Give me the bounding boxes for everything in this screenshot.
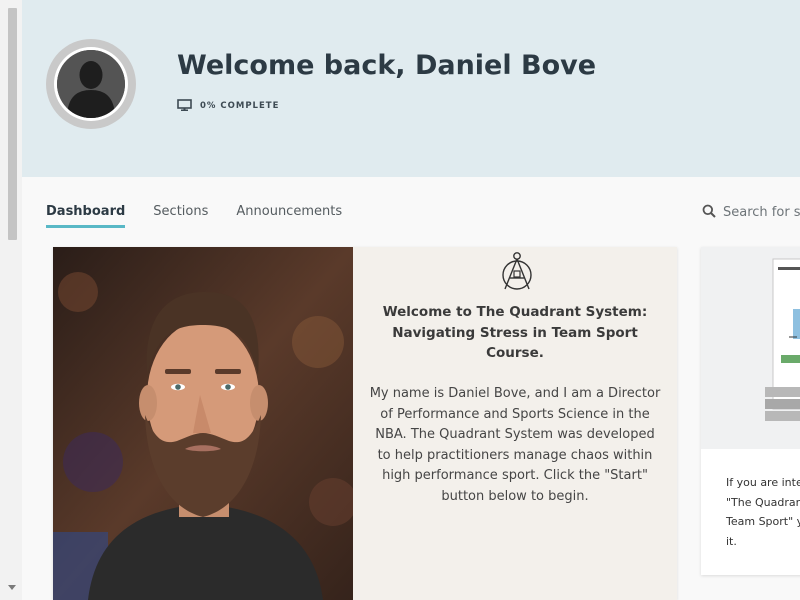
course-welcome-title: Welcome to The Quadrant System: Navigati… [382,304,648,361]
welcome-card-text: Welcome to The Quadrant System: Navigati… [353,247,677,600]
page-scrollbar[interactable] [0,0,23,600]
avatar-frame [54,47,128,121]
scroll-down-arrow-icon[interactable] [8,585,16,590]
welcome-card: Welcome to The Quadrant System: Navigati… [53,247,677,600]
search-icon[interactable] [702,203,716,222]
search-box[interactable] [702,203,800,222]
course-info-text: If you are inter "The Quadrant Team Spor… [726,476,800,548]
progress-indicator: 0% COMPLETE [177,96,279,115]
avatar [46,39,136,129]
course-tabs: Dashboard Sections Announcements [46,204,370,228]
welcome-heading: Welcome back, Daniel Bove [177,50,597,81]
monitor-icon [177,96,192,115]
quadrant-logo-icon [499,251,535,299]
search-input[interactable] [723,205,800,220]
course-header: Welcome back, Daniel Bove 0% COMPLETE [22,0,800,177]
progress-label: 0% COMPLETE [200,100,280,111]
user-silhouette-icon [57,50,125,118]
course-info-card[interactable]: If you are inter "The Quadrant Team Spor… [701,247,800,575]
tab-sections[interactable]: Sections [153,204,208,228]
course-cover-image [701,247,800,449]
tab-dashboard[interactable]: Dashboard [46,204,126,228]
instructor-photo [53,247,353,600]
dashboard-content: Dashboard Sections Announcements Search … [22,177,800,600]
course-intro-text: My name is Daniel Bove, and I am a Direc… [369,386,661,504]
tab-announcements[interactable]: Announcements [236,204,342,228]
scrollbar-thumb[interactable] [8,8,17,240]
